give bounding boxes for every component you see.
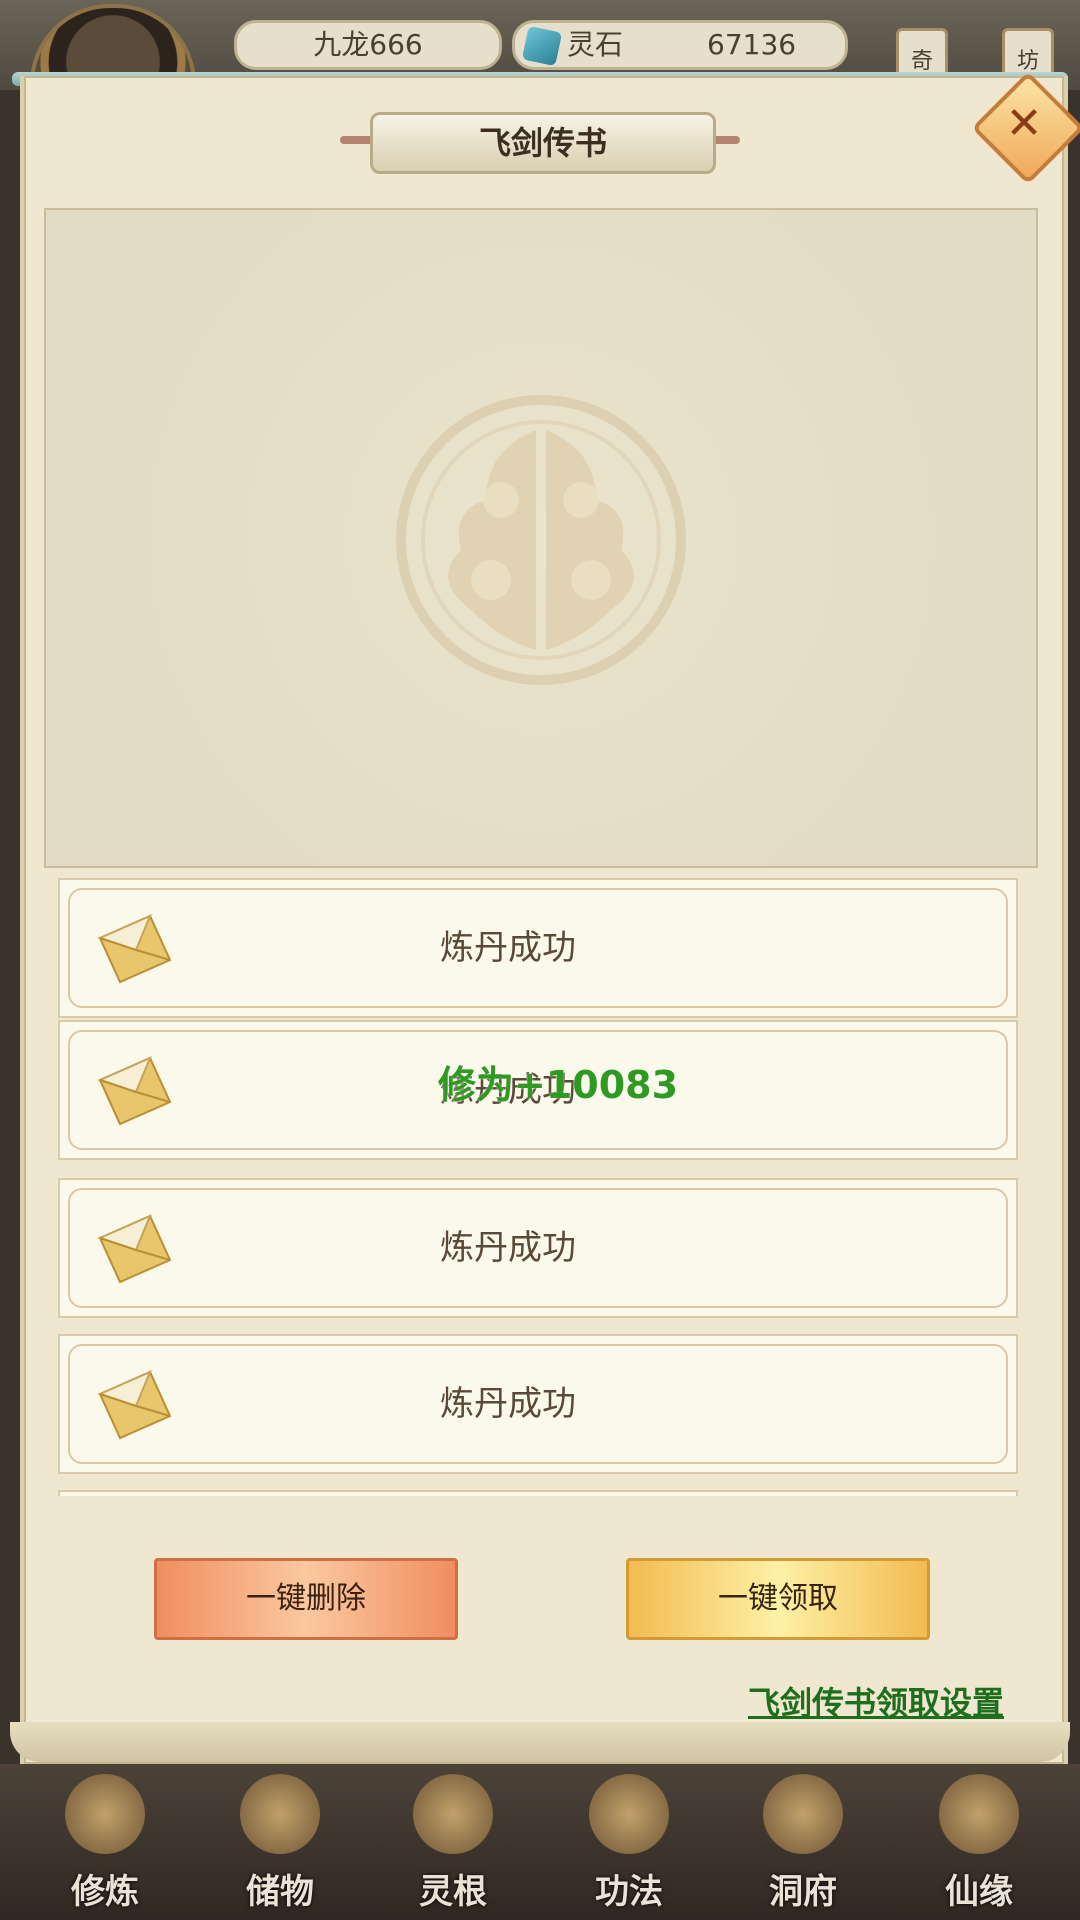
dialog-title-banner: 飞剑传书: [340, 110, 740, 174]
cloud-emblem-icon: [396, 395, 686, 685]
player-name: 九龙666: [234, 20, 502, 70]
nav-item-cave[interactable]: 洞府: [728, 1764, 878, 1920]
mail-title: 炼丹成功: [440, 928, 576, 968]
nav-label: 储物: [246, 1872, 314, 1912]
cultivation-gain-popup: 修为+10083: [438, 1063, 679, 1107]
list-item[interactable]: [58, 1490, 1018, 1496]
list-item[interactable]: 炼丹成功: [58, 878, 1018, 1018]
mail-title: 炼丹成功: [440, 1384, 576, 1424]
nav-item-cultivate[interactable]: 修炼: [30, 1764, 180, 1920]
mail-content-area: [44, 208, 1038, 868]
gourd-icon: [939, 1774, 1019, 1854]
delete-all-button[interactable]: 一键删除: [154, 1558, 458, 1640]
list-item[interactable]: 炼丹成功: [58, 1334, 1018, 1474]
nav-label: 仙缘: [945, 1872, 1013, 1912]
envelope-icon: [97, 1370, 172, 1440]
list-item[interactable]: 炼丹成功: [58, 1178, 1018, 1318]
mail-list[interactable]: 炼丹成功 炼丹成功 炼丹成功 炼丹成功: [56, 872, 1022, 1496]
claim-all-button[interactable]: 一键领取: [626, 1558, 930, 1640]
nav-item-technique[interactable]: 功法: [554, 1764, 704, 1920]
mail-title: 炼丹成功: [440, 1228, 576, 1268]
nav-label: 修炼: [71, 1872, 139, 1912]
scroll-bottom-curl: [10, 1722, 1070, 1762]
envelope-icon: [97, 1214, 172, 1284]
scroll-book-icon: [589, 1774, 669, 1854]
triskelion-icon: [413, 1774, 493, 1854]
treasure-bag-icon: [240, 1774, 320, 1854]
nav-item-spirit-root[interactable]: 灵根: [378, 1764, 528, 1920]
close-icon[interactable]: ✕: [988, 88, 1060, 160]
nav-label: 功法: [595, 1872, 663, 1912]
envelope-icon: [97, 914, 172, 984]
meditating-figure-icon: [65, 1774, 145, 1854]
currency-label: 灵石: [567, 28, 624, 61]
nav-item-fate[interactable]: 仙缘: [904, 1764, 1054, 1920]
bottom-nav: 修炼 储物 灵根 功法 洞府 仙缘: [0, 1764, 1080, 1920]
dialog-title: 飞剑传书: [370, 112, 716, 174]
nav-label: 洞府: [769, 1872, 837, 1912]
envelope-icon: [97, 1056, 172, 1126]
pavilion-icon: [763, 1774, 843, 1854]
currency-value: 67136: [707, 28, 797, 61]
spirit-stone-icon: [521, 25, 563, 67]
claim-settings-link[interactable]: 飞剑传书领取设置: [748, 1678, 1004, 1724]
spirit-stone-counter: 灵石 67136: [512, 20, 848, 70]
nav-item-storage[interactable]: 储物: [205, 1764, 355, 1920]
nav-label: 灵根: [419, 1872, 487, 1912]
